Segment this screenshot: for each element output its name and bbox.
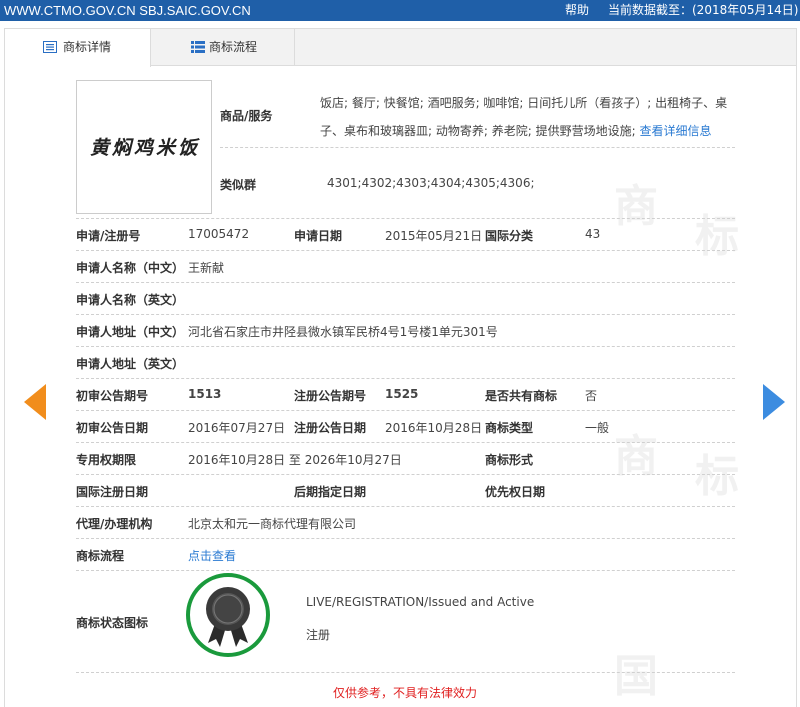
divider — [76, 442, 735, 443]
mark-form-label: 商标形式 — [485, 453, 534, 467]
view-details-link[interactable]: 查看详细信息 — [639, 124, 711, 138]
trademark-image-text: 黄焖鸡米饭 — [89, 137, 200, 159]
intl-reg-date-label: 国际注册日期 — [76, 485, 149, 499]
status-english: LIVE/REGISTRATION/Issued and Active — [306, 595, 535, 609]
view-flow-link[interactable]: 点击查看 — [188, 547, 236, 564]
applicant-cn-label: 申请人名称（中文） — [76, 261, 185, 275]
shared-label: 是否共有商标 — [485, 389, 558, 403]
watermark: 标 — [695, 211, 739, 262]
mark-type-value: 一般 — [585, 421, 610, 435]
mark-type-label: 商标类型 — [485, 421, 534, 435]
watermark: 标 — [695, 451, 739, 502]
exclusive-period-value: 2016年10月28日 至 2026年10月27日 — [188, 453, 402, 467]
similar-group-value: 4301;4302;4303;4304;4305;4306; — [327, 176, 535, 190]
applicant-en-label: 申请人名称（英文） — [76, 293, 185, 307]
previous-arrow-icon[interactable] — [24, 384, 46, 420]
shared-value: 否 — [585, 389, 598, 403]
divider — [76, 378, 735, 379]
goods-services-text: 子、桌布和玻璃器皿; 动物寄养; 养老院; 提供野营场地设施; — [320, 124, 636, 138]
divider — [76, 250, 735, 251]
intl-class-label: 国际分类 — [485, 229, 534, 243]
prelim-no-label: 初审公告期号 — [76, 389, 149, 403]
trademark-image: 黄焖鸡米饭 — [76, 80, 212, 214]
divider — [76, 474, 735, 475]
next-arrow-icon[interactable] — [763, 384, 785, 420]
reg-pub-no-label: 注册公告期号 — [294, 389, 367, 403]
exclusive-period-label: 专用权期限 — [76, 453, 137, 467]
divider — [76, 346, 735, 347]
watermark: 商 — [614, 181, 658, 232]
prelim-no-value: 1513 — [188, 387, 222, 401]
reg-pub-date-label: 注册公告日期 — [294, 421, 367, 435]
award-ribbon-icon — [206, 587, 250, 647]
divider — [76, 410, 735, 411]
prelim-date-label: 初审公告日期 — [76, 421, 149, 435]
goods-services-line-1: 饭店; 餐厅; 快餐馆; 酒吧服务; 咖啡馆; 日间托儿所（看孩子）; 出租椅子… — [320, 96, 728, 110]
divider — [76, 218, 735, 219]
priority-date-label: 优先权日期 — [485, 485, 546, 499]
applicant-cn-value: 王新献 — [188, 261, 225, 275]
reg-no-value: 17005472 — [188, 227, 250, 241]
goods-services-line-2: 子、桌布和玻璃器皿; 动物寄养; 养老院; 提供野营场地设施; 查看详细信息 — [320, 122, 711, 139]
status-icon-label: 商标状态图标 — [76, 616, 149, 630]
divider — [76, 506, 735, 507]
intl-class-value: 43 — [585, 227, 601, 241]
divider — [76, 282, 735, 283]
status-chinese: 注册 — [306, 628, 331, 642]
apply-date-value: 2015年05月21日 — [385, 229, 483, 243]
divider — [220, 147, 735, 148]
detail-content: 商 标 商 标 国 黄焖鸡米饭 商品/服务 饭店; 餐厅; 快餐馆; 酒吧服务;… — [0, 0, 800, 707]
status-badge — [186, 573, 270, 657]
later-designation-date-label: 后期指定日期 — [294, 485, 367, 499]
divider — [76, 538, 735, 539]
agent-label: 代理/办理机构 — [76, 517, 153, 531]
prelim-date-value: 2016年07月27日 — [188, 421, 286, 435]
agent-value: 北京太和元一商标代理有限公司 — [188, 517, 357, 531]
address-cn-label: 申请人地址（中文） — [76, 325, 185, 339]
address-cn-value: 河北省石家庄市井陉县微水镇军民桥4号1号楼1单元301号 — [188, 325, 498, 339]
similar-group-label: 类似群 — [220, 178, 257, 192]
reg-pub-date-value: 2016年10月28日 — [385, 421, 483, 435]
reg-pub-no-value: 1525 — [385, 387, 419, 401]
trademark-flow-label: 商标流程 — [76, 549, 125, 563]
divider — [76, 570, 735, 571]
reg-no-label: 申请/注册号 — [76, 229, 141, 243]
disclaimer-notice: 仅供参考，不具有法律效力 — [333, 686, 478, 700]
apply-date-label: 申请日期 — [294, 229, 343, 243]
goods-services-label: 商品/服务 — [220, 109, 273, 123]
divider — [76, 314, 735, 315]
divider — [76, 672, 735, 673]
address-en-label: 申请人地址（英文） — [76, 357, 185, 371]
